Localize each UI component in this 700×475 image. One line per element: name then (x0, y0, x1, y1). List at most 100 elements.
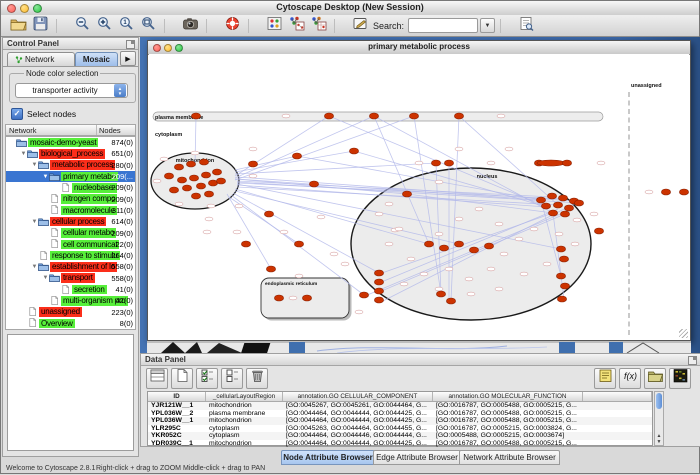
import-table-button[interactable] (308, 17, 328, 35)
tree-column-network[interactable]: Network (6, 125, 97, 135)
expand-triangle-icon[interactable]: ▼ (42, 275, 49, 281)
tree-row-nucleobase-[interactable]: nucleobase-209(0) (6, 182, 135, 193)
table-row[interactable]: YJR121W__1mitochondrion[GO:0045267, GO:0… (148, 402, 652, 410)
attribute-editor-button[interactable] (594, 368, 616, 389)
float-data-panel-icon[interactable] (688, 356, 697, 365)
tree-row-cellular-metabo[interactable]: cellular metabo209(0) (6, 227, 135, 238)
advanced-search-button[interactable] (516, 17, 536, 35)
zoom-in-icon (96, 16, 113, 36)
tree-row-nitrogen-compo[interactable]: nitrogen compo209(0) (6, 193, 135, 204)
tree-row-unassigned[interactable]: unassigned223(0) (6, 306, 135, 317)
network-desktop: primary metabolic process plasma membran… (140, 37, 700, 353)
node-count: 42(0) (115, 296, 133, 305)
unselect-attributes-button[interactable] (221, 368, 243, 389)
tree-row-response-to-stimulu[interactable]: response to stimulu264(0) (6, 250, 135, 261)
tree-row-macromolecule[interactable]: macromolecule311(0) (6, 205, 135, 216)
zoom-selected-button[interactable]: 1 (116, 17, 136, 35)
network-view-window[interactable]: primary metabolic process plasma membran… (147, 40, 691, 341)
tab-network[interactable]: Network (7, 52, 75, 66)
table-row[interactable]: YDR039C__1mitochondrion[GO:0044464, GO:0… (148, 440, 652, 448)
zoom-in-button[interactable] (94, 17, 114, 35)
tree-row-multi-organism-pro[interactable]: multi-organism pro42(0) (6, 295, 135, 306)
table-row[interactable]: YLR295Ccytoplasm[GO:0045263, GO:0044464,… (148, 425, 652, 433)
table-row[interactable]: YKR052Ccytoplasm[GO:0044464, GO:0044446,… (148, 432, 652, 440)
camera-icon (182, 16, 199, 36)
network-tree: mosaic-demo-yeast874(0)▼biological_proce… (5, 136, 136, 330)
attribute-editor-icon (597, 368, 614, 388)
column-header-1[interactable]: ID (148, 392, 206, 401)
control-panel-title: Control Panel (7, 39, 59, 48)
select-attributes-button[interactable] (196, 368, 218, 389)
expand-triangle-icon[interactable]: ▼ (42, 174, 49, 180)
resize-grip-icon[interactable] (679, 329, 688, 338)
expand-triangle-icon[interactable]: ▼ (31, 162, 38, 168)
tree-row-biological-process[interactable]: ▼biological_process651(0) (6, 148, 135, 159)
table-scrollbar[interactable]: ▲▼ (654, 391, 664, 446)
column-header-2[interactable]: _cellularLayoutRegion (206, 392, 283, 401)
zoom-fit-button[interactable] (138, 17, 158, 35)
attribute-table[interactable]: ID_cellularLayoutRegionannotation.GO CEL… (147, 391, 653, 446)
open-file-button[interactable] (8, 17, 28, 35)
tree-row-establishment-of-lo[interactable]: ▼establishment of lo558(0) (6, 261, 135, 272)
tree-row-mosaic-demo-yeast[interactable]: mosaic-demo-yeast874(0) (6, 137, 135, 148)
column-header-4[interactable]: annotation.GO MOLECULAR_FUNCTION (433, 392, 583, 401)
table-row[interactable]: YPL036W__1mitochondrion[GO:0044464, GO:0… (148, 417, 652, 425)
network-canvas[interactable]: plasma membranecytoplasmnucleusmitochond… (149, 54, 689, 339)
delete-attribute-icon (249, 368, 266, 388)
tree-label: macromolecule (61, 206, 117, 216)
node-count: 280(0) (111, 161, 133, 170)
table-cell: [GO:0045267, GO:0045261, GO:0044464, G..… (283, 402, 433, 410)
table-cell: [GO:0045263, GO:0044464, GO:0044455, G..… (283, 425, 433, 433)
scrollbar-arrows-icon[interactable]: ▲▼ (655, 433, 663, 445)
annotation-button[interactable] (350, 17, 370, 35)
node-color-select[interactable]: transporter activity ▲▼ (15, 83, 128, 98)
table-cell: mitochondrion (206, 440, 283, 448)
new-attribute-button[interactable] (171, 368, 193, 389)
table-cell: [GO:0044464, GO:0044444, GO:0044425, G..… (283, 417, 433, 425)
tree-row-cell-communicat[interactable]: cell communicat22(0) (6, 239, 135, 250)
table-row[interactable]: YPL036W__2plasma membrane[GO:0044464, GO… (148, 410, 652, 418)
birdseye-view-panel[interactable] (7, 334, 134, 451)
vizmapper-button[interactable] (264, 17, 284, 35)
data-panel-title: Data Panel (145, 355, 186, 364)
zoom-out-button[interactable] (72, 17, 92, 35)
function-builder-button[interactable]: f(x) (619, 368, 641, 389)
import-network-button[interactable] (286, 17, 306, 35)
table-cell: [GO:0016787, GO:0005488, GO:0005215, G..… (433, 410, 583, 418)
tree-row-cellular-process[interactable]: ▼cellular process614(0) (6, 216, 135, 227)
tab-overflow-button[interactable]: ▶ (120, 51, 136, 66)
select-nodes-checkbox[interactable]: ✓ Select nodes (11, 108, 76, 120)
table-cell: YDR039C__1 (148, 440, 206, 448)
import-attributes-button[interactable] (644, 368, 666, 389)
node-count: 41(0) (115, 285, 133, 294)
float-panel-icon[interactable] (126, 40, 135, 49)
expand-triangle-icon[interactable]: ▼ (31, 219, 38, 225)
tree-column-nodes[interactable]: Nodes (97, 125, 135, 135)
save-session-button[interactable] (30, 17, 50, 35)
search-input[interactable] (408, 18, 478, 33)
tree-row-metabolic-process[interactable]: ▼metabolic process280(0) (6, 160, 135, 171)
expand-triangle-icon[interactable]: ▼ (31, 264, 38, 270)
table-cell: [GO:0016787, GO:0005488, GO:0005215, G..… (433, 440, 583, 448)
tab-mosaic[interactable]: Mosaic (75, 52, 118, 66)
delete-attribute-button[interactable] (246, 368, 268, 389)
combo-stepper-icon: ▲▼ (114, 84, 126, 97)
help-button[interactable] (222, 17, 242, 35)
node-count: 614(0) (111, 217, 133, 226)
column-header-3[interactable]: annotation.GO CELLULAR_COMPONENT (283, 392, 433, 401)
tree-row-secretion[interactable]: secretion41(0) (6, 284, 135, 295)
tree-label: response to stimulu (50, 251, 120, 261)
annotation-icon (352, 16, 369, 36)
network-window-titlebar[interactable]: primary metabolic process (148, 41, 690, 55)
expand-triangle-icon[interactable]: ▼ (20, 151, 27, 157)
table-cell-blank (583, 432, 652, 440)
matrix-view-button[interactable] (669, 368, 691, 389)
attribute-grid-button[interactable] (146, 368, 168, 389)
select-nodes-label: Select nodes (27, 109, 76, 119)
table-cell: [GO:0044464, GO:0044446, GO:0044444, G..… (283, 432, 433, 440)
main-titlebar[interactable]: Cytoscape Desktop (New Session) (1, 1, 699, 16)
search-dropdown-button[interactable]: ▼ (480, 18, 495, 33)
tree-row-overview[interactable]: Overview8(0) (6, 318, 135, 329)
snapshot-button[interactable] (180, 17, 200, 35)
scrollbar-thumb[interactable] (656, 393, 662, 409)
